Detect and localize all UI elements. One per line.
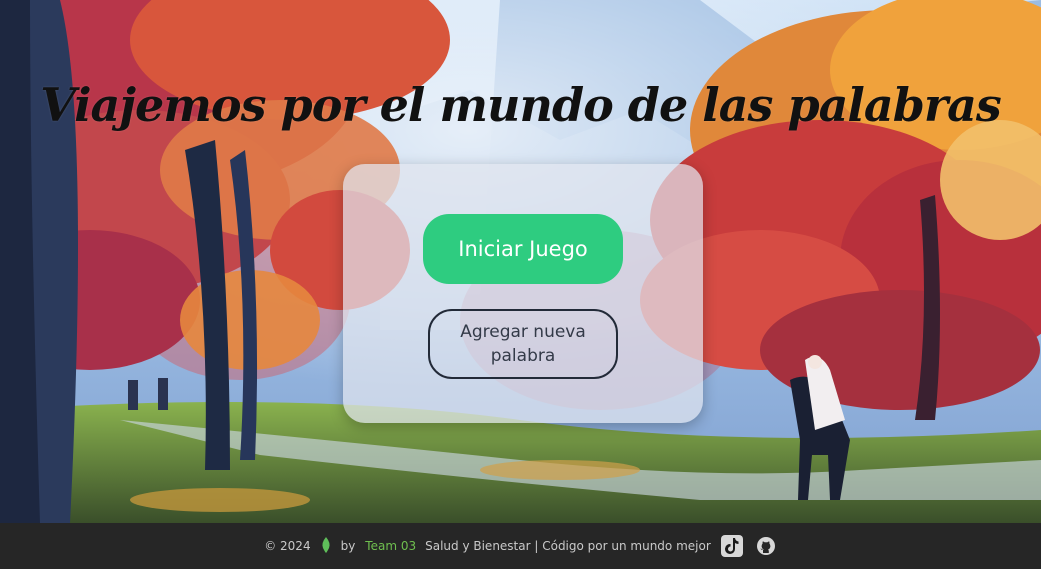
footer: © 2024 by Team 03 Salud y Bienestar | Có… (0, 523, 1041, 569)
page-title: Viajemos por el mundo de las palabras (40, 78, 1002, 132)
copyright-text: © 2024 (264, 539, 311, 553)
team-link[interactable]: Team 03 (365, 539, 416, 553)
github-icon[interactable] (755, 535, 777, 557)
page: Viajemos por el mundo de las palabras In… (0, 0, 1041, 569)
add-word-button[interactable]: Agregar nueva palabra (428, 309, 618, 379)
start-game-button[interactable]: Iniciar Juego (423, 214, 623, 284)
leaf-icon (321, 536, 331, 556)
tiktok-icon[interactable] (720, 535, 743, 557)
by-text: by (340, 539, 356, 553)
menu-card: Iniciar Juego Agregar nueva palabra (343, 164, 703, 423)
footer-tagline: Salud y Bienestar | Código por un mundo … (425, 539, 711, 553)
